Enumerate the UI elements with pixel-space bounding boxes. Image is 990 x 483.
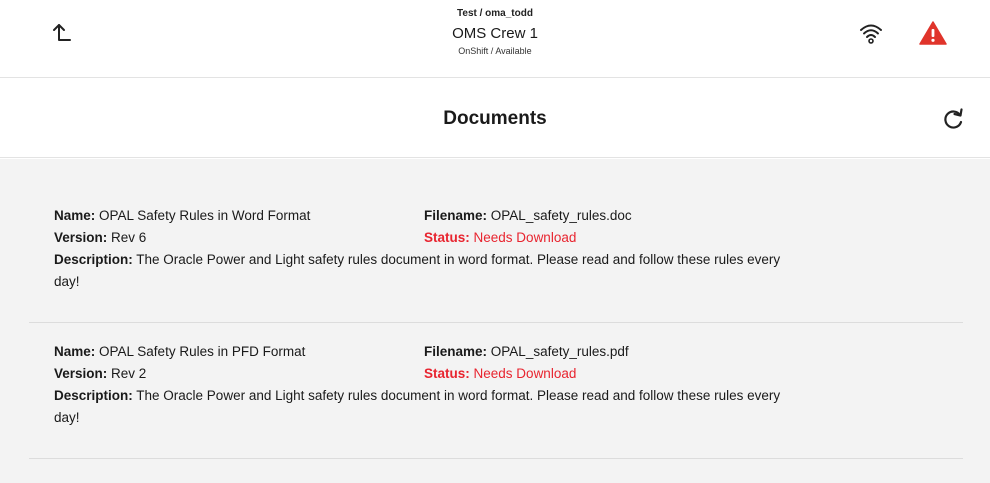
doc-status: Status: Needs Download [424, 227, 963, 249]
doc-status-value: Needs Download [473, 230, 577, 245]
shift-status: OnShift / Available [458, 46, 532, 56]
doc-description: Description: The Oracle Power and Light … [54, 249, 794, 293]
version-label: Version: [54, 366, 108, 381]
connection-button[interactable] [858, 20, 884, 46]
crew-info: Test / oma_todd OMS Crew 1 OnShift / Ava… [0, 8, 990, 57]
filename-label: Filename: [424, 344, 488, 359]
description-label: Description: [54, 388, 133, 403]
page-title: Documents [443, 108, 547, 129]
description-label: Description: [54, 252, 133, 267]
doc-filename: Filename: OPAL_safety_rules.pdf [424, 341, 963, 363]
warning-icon [919, 21, 947, 45]
doc-name-value: OPAL Safety Rules in PFD Format [99, 344, 306, 359]
wifi-icon [860, 24, 882, 44]
doc-version: Version: Rev 2 [54, 363, 424, 385]
list-item[interactable]: Name: OPAL Safety Rules in PFD Format Fi… [29, 323, 963, 459]
doc-description-value: The Oracle Power and Light safety rules … [54, 388, 781, 425]
documents-list: Name: OPAL Safety Rules in Word Format F… [0, 159, 990, 483]
alert-button[interactable] [919, 20, 947, 46]
name-label: Name: [54, 208, 96, 223]
doc-version-value: Rev 2 [111, 366, 147, 381]
doc-version: Version: Rev 6 [54, 227, 424, 249]
refresh-icon [944, 108, 963, 129]
crew-name: OMS Crew 1 [452, 25, 538, 42]
status-label: Status: [424, 230, 470, 245]
refresh-button[interactable] [940, 107, 966, 133]
doc-description: Description: The Oracle Power and Light … [54, 385, 794, 429]
doc-name: Name: OPAL Safety Rules in PFD Format [54, 341, 424, 363]
filename-label: Filename: [424, 208, 488, 223]
doc-filename-value: OPAL_safety_rules.pdf [490, 344, 629, 359]
status-label: Status: [424, 366, 470, 381]
doc-version-value: Rev 6 [111, 230, 147, 245]
doc-status-value: Needs Download [473, 366, 577, 381]
list-item[interactable]: Name: OPAL Safety Rules in Word Format F… [29, 187, 963, 323]
top-bar: Test / oma_todd OMS Crew 1 OnShift / Ava… [0, 0, 990, 78]
user-context: Test / oma_todd [457, 8, 533, 19]
name-label: Name: [54, 344, 96, 359]
doc-filename-value: OPAL_safety_rules.doc [490, 208, 632, 223]
doc-description-value: The Oracle Power and Light safety rules … [54, 252, 781, 289]
doc-name-value: OPAL Safety Rules in Word Format [99, 208, 311, 223]
doc-filename: Filename: OPAL_safety_rules.doc [424, 205, 963, 227]
version-label: Version: [54, 230, 108, 245]
title-bar: Documents [0, 79, 990, 158]
doc-name: Name: OPAL Safety Rules in Word Format [54, 205, 424, 227]
doc-status: Status: Needs Download [424, 363, 963, 385]
